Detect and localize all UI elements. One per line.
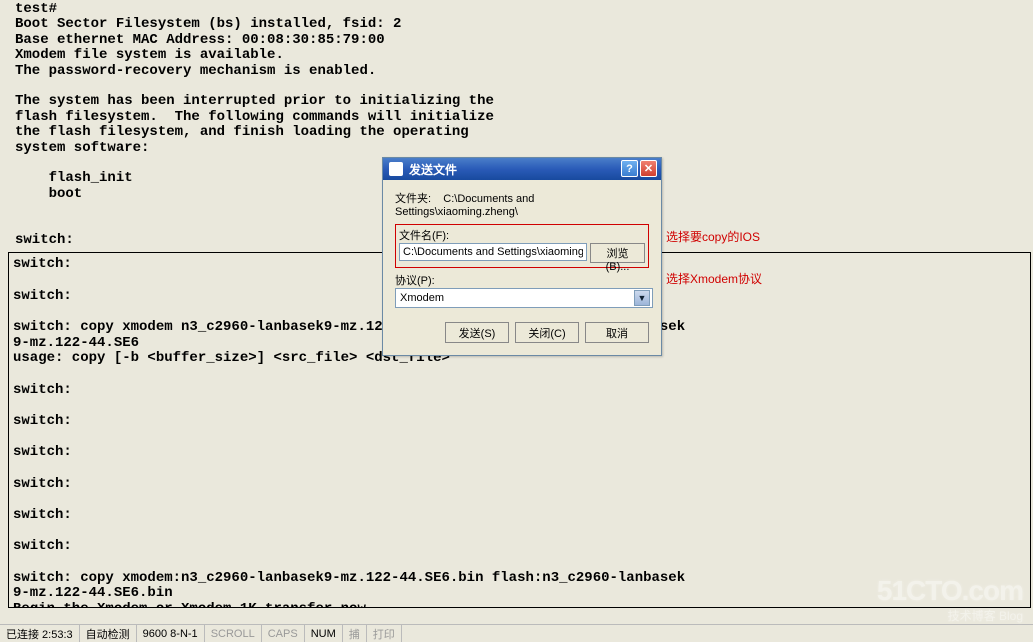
folder-label: 文件夹: — [395, 193, 431, 205]
help-button[interactable]: ? — [621, 160, 638, 177]
close-button[interactable]: 关闭(C) — [515, 322, 579, 343]
status-connection: 已连接 2:53:3 — [0, 625, 80, 642]
protocol-label: 协议(P): — [395, 272, 649, 288]
watermark-big: 51CTO.com — [877, 575, 1023, 607]
dialog-body: 文件夹: C:\Documents and Settings\xiaoming.… — [383, 180, 661, 355]
status-baud: 9600 8-N-1 — [137, 625, 205, 642]
status-scroll: SCROLL — [205, 625, 262, 642]
filename-input[interactable] — [399, 243, 587, 261]
watermark: 51CTO.com 技术博客 Blog — [877, 575, 1023, 624]
chevron-down-icon: ▼ — [634, 290, 650, 306]
protocol-select[interactable]: Xmodem ▼ — [395, 288, 653, 308]
protocol-value: Xmodem — [400, 292, 444, 304]
filename-label: 文件名(F): — [399, 227, 645, 243]
status-caps: CAPS — [262, 625, 305, 642]
annotation-file: 选择要copy的IOS — [666, 228, 760, 245]
status-print: 打印 — [367, 625, 402, 642]
browse-button[interactable]: 浏览(B)... — [590, 243, 645, 263]
dialog-button-row: 发送(S) 关闭(C) 取消 — [395, 322, 649, 343]
status-capture: 捕 — [343, 625, 367, 642]
send-file-dialog: 发送文件 ? ✕ 文件夹: C:\Documents and Settings\… — [382, 157, 662, 356]
status-autodetect: 自动检测 — [80, 625, 137, 642]
watermark-small: 技术博客 Blog — [877, 607, 1023, 624]
dialog-title-text: 发送文件 — [409, 161, 457, 178]
dialog-titlebar[interactable]: 发送文件 ? ✕ — [383, 158, 661, 180]
dialog-icon — [389, 162, 403, 176]
cancel-button[interactable]: 取消 — [585, 322, 649, 343]
annotation-protocol: 选择Xmodem协议 — [666, 270, 762, 287]
dialog-title-buttons: ? ✕ — [621, 160, 657, 177]
close-icon[interactable]: ✕ — [640, 160, 657, 177]
status-num: NUM — [305, 625, 343, 642]
status-bar: 已连接 2:53:3 自动检测 9600 8-N-1 SCROLL CAPS N… — [0, 624, 1033, 642]
filename-group: 文件名(F): 浏览(B)... — [395, 224, 649, 268]
send-button[interactable]: 发送(S) — [445, 322, 509, 343]
